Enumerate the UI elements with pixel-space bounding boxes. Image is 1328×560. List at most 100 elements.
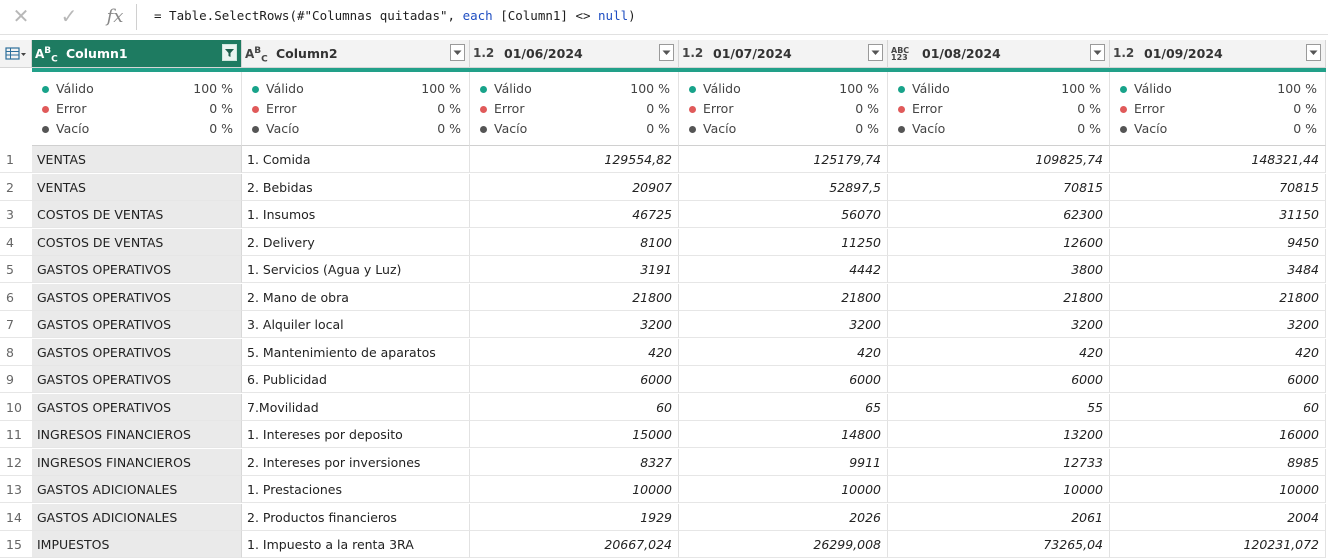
table-cell[interactable]: 13200	[888, 421, 1110, 448]
table-cell[interactable]: 1. Impuesto a la renta 3RA	[242, 531, 470, 558]
fx-icon[interactable]: fx	[102, 4, 128, 28]
check-icon[interactable]: ✓	[56, 4, 82, 28]
table-cell[interactable]: 420	[679, 338, 888, 366]
table-cell[interactable]: 8985	[1110, 448, 1326, 476]
table-cell[interactable]: 6000	[888, 366, 1110, 393]
table-cell[interactable]: 1. Servicios (Agua y Luz)	[242, 256, 470, 283]
table-cell[interactable]: 62300	[888, 201, 1110, 228]
table-cell[interactable]: COSTOS DE VENTAS	[32, 228, 242, 256]
chevron-down-icon[interactable]	[868, 44, 883, 61]
row-number[interactable]: 10	[0, 394, 32, 421]
table-cell[interactable]: GASTOS OPERATIVOS	[32, 393, 242, 421]
table-cell[interactable]: GASTOS OPERATIVOS	[32, 311, 242, 338]
table-cell[interactable]: 6. Publicidad	[242, 366, 470, 393]
table-cell[interactable]: 6000	[679, 366, 888, 393]
table-cell[interactable]: 21800	[679, 283, 888, 311]
table-cell[interactable]: 2. Intereses por inversiones	[242, 448, 470, 476]
table-cell[interactable]: GASTOS OPERATIVOS	[32, 338, 242, 366]
table-cell[interactable]: INGRESOS FINANCIEROS	[32, 421, 242, 448]
table-cell[interactable]: 10000	[679, 476, 888, 503]
table-cell[interactable]: 3200	[679, 311, 888, 338]
table-cell[interactable]: 12600	[888, 228, 1110, 256]
table-cell[interactable]: 8100	[470, 228, 679, 256]
chevron-down-icon[interactable]	[450, 44, 465, 61]
table-menu-icon[interactable]	[0, 40, 32, 68]
table-cell[interactable]: 20907	[470, 173, 679, 201]
row-number[interactable]: 15	[0, 531, 32, 558]
table-cell[interactable]: INGRESOS FINANCIEROS	[32, 448, 242, 476]
table-cell[interactable]: COSTOS DE VENTAS	[32, 201, 242, 228]
table-cell[interactable]: 21800	[888, 283, 1110, 311]
table-cell[interactable]: 420	[888, 338, 1110, 366]
table-cell[interactable]: 20667,024	[470, 531, 679, 558]
row-number[interactable]: 6	[0, 284, 32, 311]
table-cell[interactable]: 11250	[679, 228, 888, 256]
type-icon[interactable]: ABC	[35, 46, 58, 64]
filter-icon[interactable]	[222, 44, 237, 61]
table-cell[interactable]: 16000	[1110, 421, 1326, 448]
table-cell[interactable]: 3200	[470, 311, 679, 338]
table-cell[interactable]: 6000	[1110, 366, 1326, 393]
row-number[interactable]: 14	[0, 504, 32, 531]
chevron-down-icon[interactable]	[1090, 44, 1105, 61]
table-cell[interactable]: 1. Comida	[242, 146, 470, 173]
table-cell[interactable]: 6000	[470, 366, 679, 393]
table-cell[interactable]: VENTAS	[32, 173, 242, 201]
table-cell[interactable]: 10000	[1110, 476, 1326, 503]
row-number[interactable]: 5	[0, 256, 32, 283]
table-cell[interactable]: 52897,5	[679, 173, 888, 201]
table-cell[interactable]: 2026	[679, 503, 888, 531]
table-cell[interactable]: 31150	[1110, 201, 1326, 228]
type-icon[interactable]: ABC 123	[891, 46, 909, 61]
table-cell[interactable]: 1. Insumos	[242, 201, 470, 228]
row-number[interactable]: 3	[0, 201, 32, 228]
table-cell[interactable]: GASTOS OPERATIVOS	[32, 366, 242, 393]
table-cell[interactable]: IMPUESTOS	[32, 531, 242, 558]
table-cell[interactable]: 55	[888, 393, 1110, 421]
table-cell[interactable]: GASTOS OPERATIVOS	[32, 283, 242, 311]
column-header-4[interactable]: 1.2 01/07/2024	[679, 40, 888, 68]
table-cell[interactable]: 65	[679, 393, 888, 421]
row-number[interactable]: 2	[0, 174, 32, 201]
table-cell[interactable]: GASTOS OPERATIVOS	[32, 256, 242, 283]
table-cell[interactable]: 2. Delivery	[242, 228, 470, 256]
chevron-down-icon[interactable]	[659, 44, 674, 61]
table-cell[interactable]: 2004	[1110, 503, 1326, 531]
type-icon[interactable]: ABC	[245, 46, 268, 64]
type-icon[interactable]: 1.2	[473, 46, 494, 60]
table-cell[interactable]: 2. Mano de obra	[242, 283, 470, 311]
table-cell[interactable]: GASTOS ADICIONALES	[32, 476, 242, 503]
table-cell[interactable]: 9911	[679, 448, 888, 476]
table-cell[interactable]: VENTAS	[32, 146, 242, 173]
column-header-1[interactable]: ABC Column1	[32, 40, 242, 68]
table-cell[interactable]: 60	[470, 393, 679, 421]
table-cell[interactable]: 26299,008	[679, 531, 888, 558]
table-cell[interactable]: 120231,072	[1110, 531, 1326, 558]
table-cell[interactable]: 3800	[888, 256, 1110, 283]
table-cell[interactable]: 129554,82	[470, 146, 679, 173]
table-cell[interactable]: 46725	[470, 201, 679, 228]
row-number[interactable]: 1	[0, 146, 32, 173]
row-number[interactable]: 7	[0, 311, 32, 338]
table-cell[interactable]: 21800	[470, 283, 679, 311]
table-cell[interactable]: 420	[470, 338, 679, 366]
table-cell[interactable]: 56070	[679, 201, 888, 228]
close-icon[interactable]: ✕	[8, 4, 34, 28]
table-cell[interactable]: 109825,74	[888, 146, 1110, 173]
row-number[interactable]: 4	[0, 229, 32, 256]
row-number[interactable]: 8	[0, 339, 32, 366]
table-cell[interactable]: 2061	[888, 503, 1110, 531]
table-cell[interactable]: 5. Mantenimiento de aparatos	[242, 338, 470, 366]
table-cell[interactable]: 70815	[1110, 173, 1326, 201]
table-cell[interactable]: 60	[1110, 393, 1326, 421]
column-header-3[interactable]: 1.2 01/06/2024	[470, 40, 679, 68]
table-cell[interactable]: 148321,44	[1110, 146, 1326, 173]
table-cell[interactable]: 10000	[470, 476, 679, 503]
table-cell[interactable]: 12733	[888, 448, 1110, 476]
table-cell[interactable]: 10000	[888, 476, 1110, 503]
row-number[interactable]: 13	[0, 476, 32, 503]
table-cell[interactable]: 420	[1110, 338, 1326, 366]
table-cell[interactable]: 9450	[1110, 228, 1326, 256]
column-header-6[interactable]: 1.2 01/09/2024	[1110, 40, 1326, 68]
table-cell[interactable]: 21800	[1110, 283, 1326, 311]
